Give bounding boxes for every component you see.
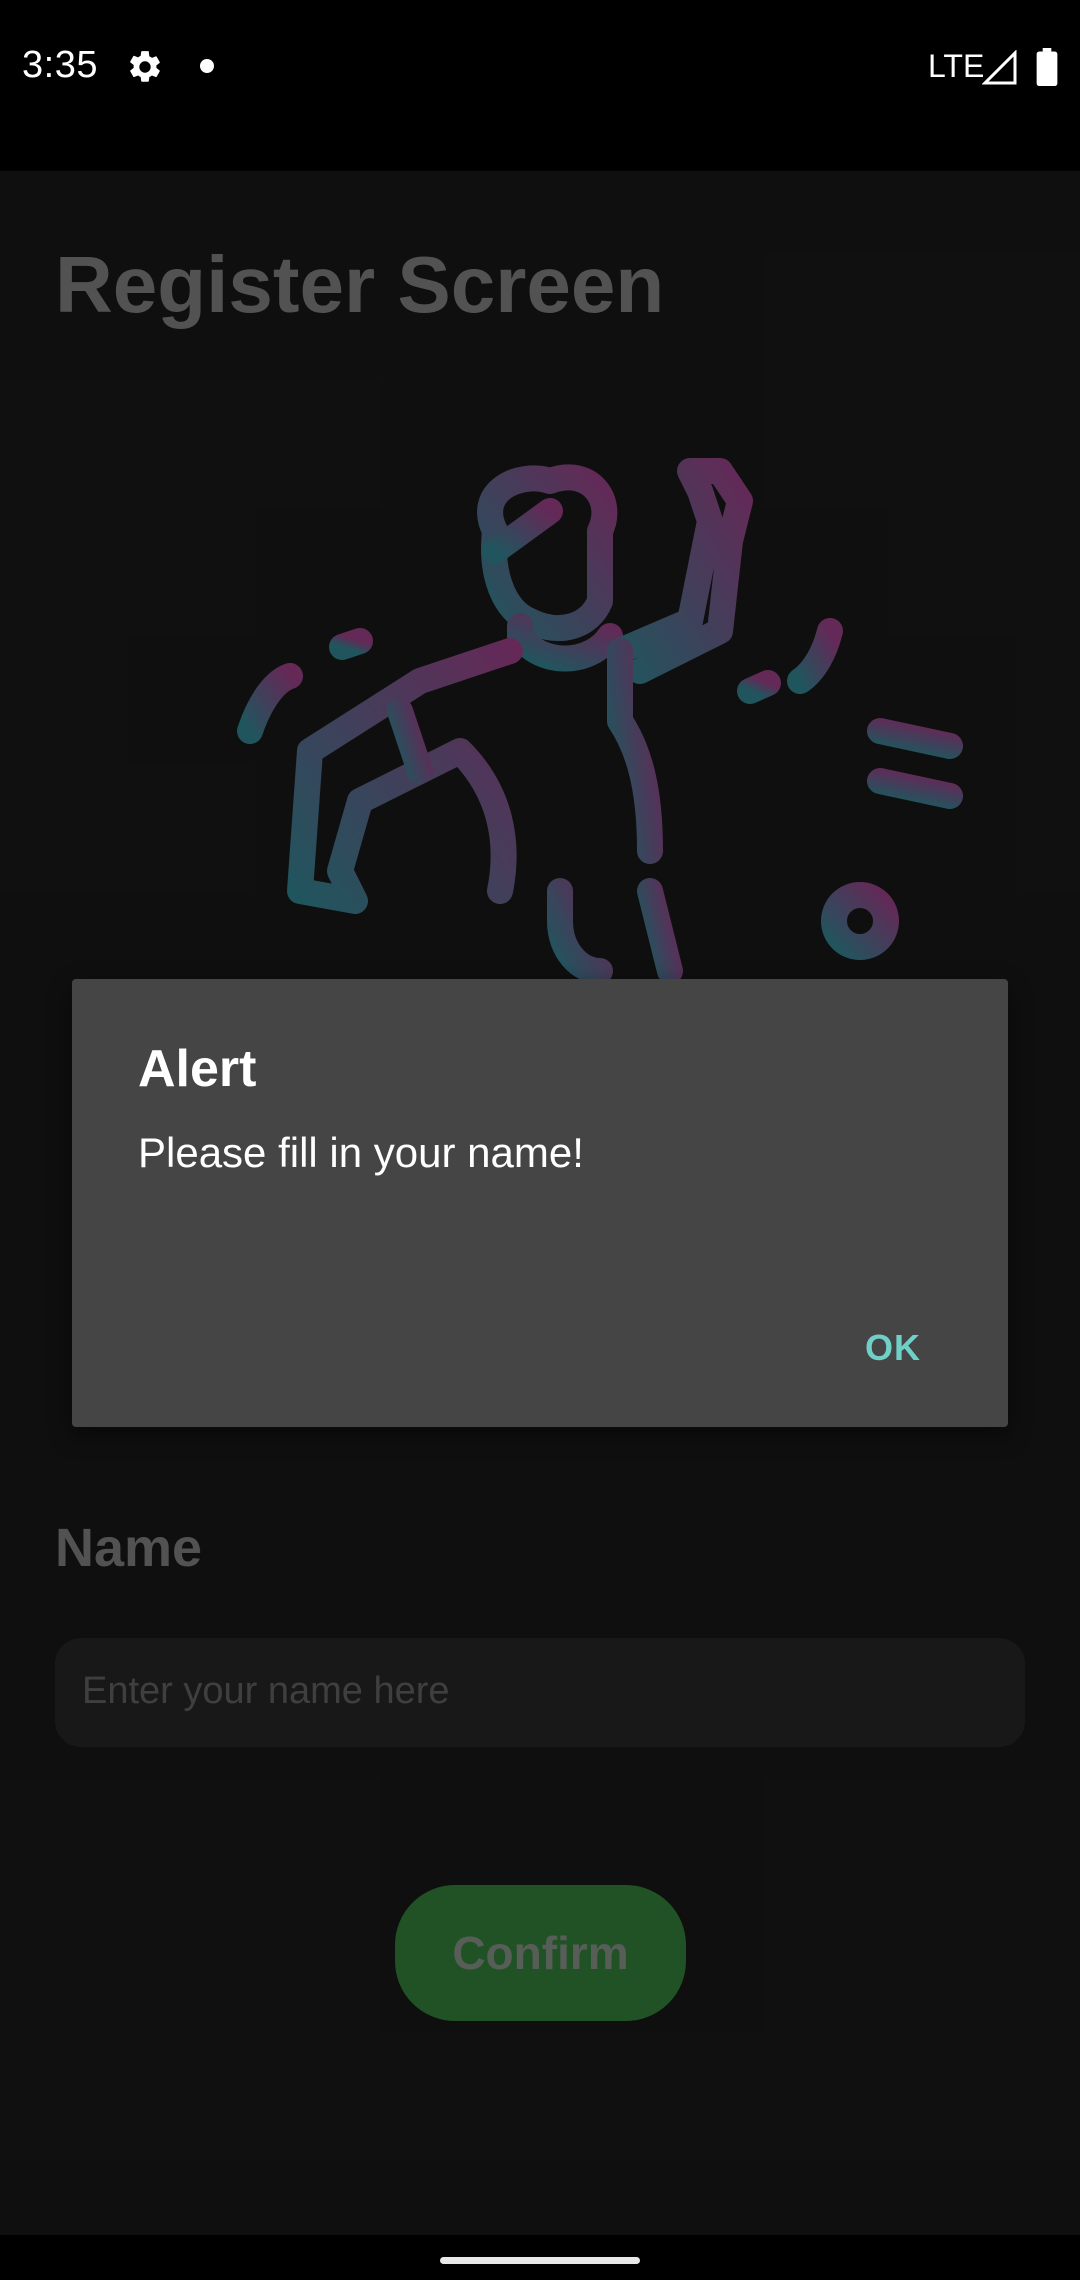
home-indicator[interactable] — [440, 2257, 640, 2264]
register-screen: 3:35 LTE Register Screen Name Enter your… — [0, 0, 1080, 2280]
ok-button[interactable]: OK — [838, 1313, 948, 1383]
navigation-bar — [0, 2235, 1080, 2280]
signal-icon — [982, 50, 1017, 85]
network-type-label: LTE — [928, 48, 985, 84]
status-bar: 3:35 LTE — [0, 0, 1080, 171]
alert-title: Alert — [138, 1040, 257, 1098]
battery-icon — [1036, 48, 1058, 86]
alert-message: Please fill in your name! — [138, 1129, 584, 1176]
status-time: 3:35 — [22, 44, 98, 86]
settings-gear-icon — [130, 51, 160, 82]
notification-dot-icon — [200, 59, 214, 73]
alert-dialog: Alert Please fill in your name! OK — [72, 979, 1008, 1427]
